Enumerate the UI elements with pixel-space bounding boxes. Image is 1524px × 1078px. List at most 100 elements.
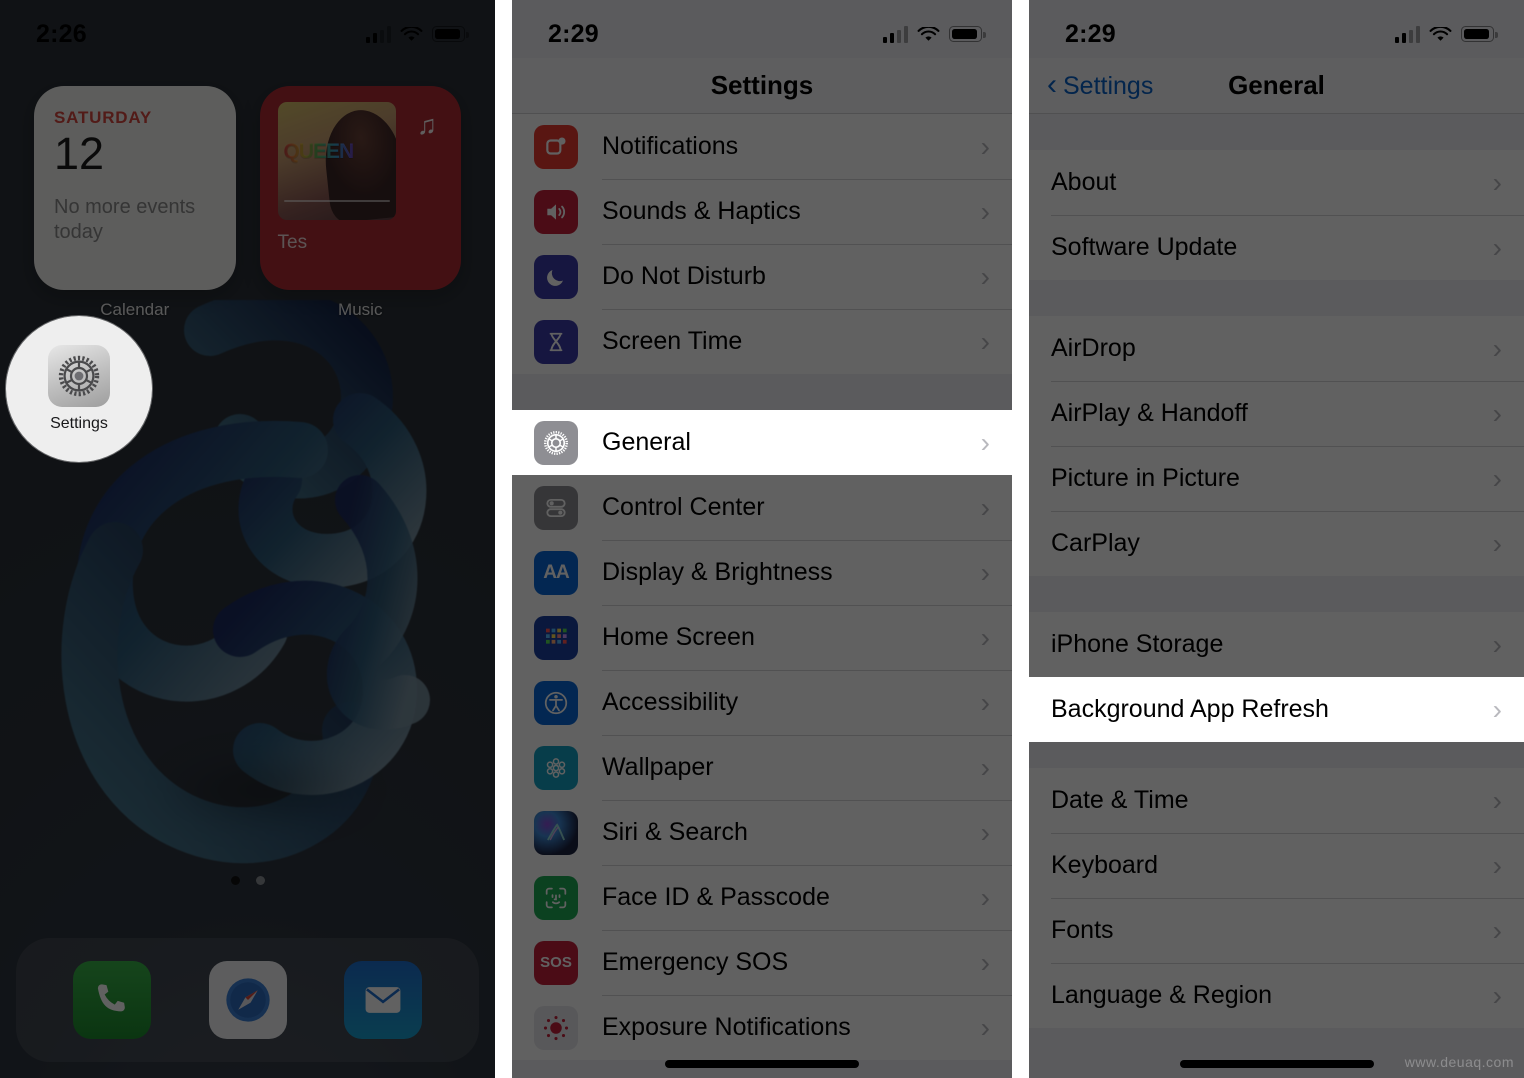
- settings-row-dnd[interactable]: Do Not Disturb ›: [512, 244, 1012, 309]
- page-indicator-dots[interactable]: [0, 876, 495, 885]
- status-time: 2:29: [548, 19, 599, 48]
- accessibility-icon: [534, 680, 578, 725]
- general-row-label: About: [1051, 168, 1117, 196]
- hourglass-icon: [534, 319, 578, 364]
- settings-row-notifications[interactable]: Notifications ›: [512, 114, 1012, 179]
- gear-icon[interactable]: [48, 345, 110, 407]
- chevron-right-icon: ›: [1492, 693, 1502, 725]
- settings-row-label: Siri & Search: [602, 818, 748, 846]
- music-note-icon: ♫: [416, 110, 437, 140]
- exposure-icon: [534, 1005, 578, 1050]
- chevron-right-icon: ›: [1492, 914, 1502, 946]
- chevron-right-icon: ›: [1492, 231, 1502, 263]
- settings-row-home-screen[interactable]: Home Screen ›: [512, 605, 1012, 670]
- cellular-bars-icon: [365, 26, 391, 43]
- home-indicator[interactable]: [512, 1060, 1012, 1068]
- cellular-bars-icon: [882, 26, 908, 43]
- settings-row-label: Screen Time: [602, 327, 743, 355]
- general-row-language-region[interactable]: Language & Region ›: [1029, 963, 1524, 1028]
- settings-row-wallpaper[interactable]: Wallpaper ›: [512, 735, 1012, 800]
- chevron-right-icon: ›: [980, 325, 990, 357]
- settings-row-sounds[interactable]: Sounds & Haptics ›: [512, 179, 1012, 244]
- chevron-right-icon: ›: [980, 621, 990, 653]
- general-row-label: Background App Refresh: [1051, 695, 1329, 723]
- general-row-iphone-storage[interactable]: iPhone Storage ›: [1029, 612, 1524, 677]
- face-id-icon: [534, 875, 578, 920]
- settings-row-sos[interactable]: SOS Emergency SOS ›: [512, 930, 1012, 995]
- settings-row-faceid[interactable]: Face ID & Passcode ›: [512, 865, 1012, 930]
- general-group-1: About › Software Update ›: [1029, 150, 1524, 280]
- chevron-left-icon: ‹: [1047, 67, 1057, 101]
- general-row-airplay[interactable]: AirPlay & Handoff ›: [1029, 381, 1524, 446]
- music-track-title: Tes: [277, 232, 308, 253]
- general-row-pip[interactable]: Picture in Picture ›: [1029, 446, 1524, 511]
- phone-icon[interactable]: [73, 961, 152, 1039]
- back-button[interactable]: ‹ Settings: [1047, 58, 1153, 114]
- general-row-date-time[interactable]: Date & Time ›: [1029, 768, 1524, 833]
- group-spacer: [512, 374, 1012, 410]
- group-spacer: [1029, 280, 1524, 316]
- settings-row-label: Wallpaper: [602, 753, 714, 781]
- settings-row-display[interactable]: AA Display & Brightness ›: [512, 540, 1012, 605]
- general-row-about[interactable]: About ›: [1029, 150, 1524, 215]
- general-settings-screen: 2:29 ‹ Settings General About › Software…: [1029, 0, 1524, 1078]
- settings-row-screentime[interactable]: Screen Time ›: [512, 309, 1012, 374]
- settings-group-3: Control Center › AA Display & Brightness…: [512, 475, 1012, 1060]
- status-bar: 2:26: [0, 0, 495, 58]
- settings-group-1: Notifications › Sounds & Haptics › Do No…: [512, 114, 1012, 374]
- sos-icon: SOS: [534, 940, 578, 985]
- chevron-right-icon: ›: [980, 195, 990, 227]
- page-dot-1[interactable]: [230, 876, 240, 885]
- chevron-right-icon: ›: [980, 260, 990, 292]
- settings-row-label: Control Center: [602, 493, 765, 521]
- settings-row-siri[interactable]: Siri & Search ›: [512, 800, 1012, 865]
- app-grid-icon: [534, 615, 578, 660]
- page-dot-2[interactable]: [255, 876, 265, 885]
- music-widget[interactable]: ♫ QUEEN Tes Music: [259, 86, 461, 320]
- compass-icon[interactable]: [208, 961, 287, 1039]
- general-group-5: Date & Time › Keyboard › Fonts › Languag…: [1029, 768, 1524, 1028]
- settings-row-control-center[interactable]: Control Center ›: [512, 475, 1012, 540]
- group-spacer: [1029, 742, 1524, 768]
- group-spacer: [1029, 576, 1524, 612]
- general-row-background-app-refresh[interactable]: Background App Refresh ›: [1029, 677, 1524, 742]
- three-panel-screenshot: 2:26 SATURDAY 12 No more events today Ca…: [0, 0, 1524, 1078]
- envelope-icon[interactable]: [343, 961, 422, 1039]
- calendar-widget-card[interactable]: SATURDAY 12 No more events today: [34, 86, 236, 290]
- status-bar: 2:29: [512, 0, 1012, 58]
- battery-icon: [949, 26, 986, 42]
- back-button-label: Settings: [1063, 71, 1154, 100]
- moon-icon: [534, 254, 578, 299]
- general-row-keyboard[interactable]: Keyboard ›: [1029, 833, 1524, 898]
- speaker-icon: [534, 189, 578, 234]
- general-row-label: AirDrop: [1051, 334, 1136, 362]
- general-row-carplay[interactable]: CarPlay ›: [1029, 511, 1524, 576]
- music-widget-card[interactable]: ♫ QUEEN Tes: [259, 86, 461, 290]
- settings-app-spotlight[interactable]: Settings: [6, 316, 152, 462]
- chevron-right-icon: ›: [1492, 628, 1502, 660]
- cellular-bars-icon: [1394, 26, 1420, 43]
- chevron-right-icon: ›: [980, 491, 990, 523]
- chevron-right-icon: ›: [980, 1011, 990, 1043]
- general-list[interactable]: About › Software Update › AirDrop › AirP…: [1029, 114, 1524, 1078]
- general-row-software-update[interactable]: Software Update ›: [1029, 215, 1524, 280]
- calendar-widget[interactable]: SATURDAY 12 No more events today Calenda…: [34, 86, 236, 320]
- settings-row-accessibility[interactable]: Accessibility ›: [512, 670, 1012, 735]
- notifications-icon: [534, 124, 578, 169]
- general-row-airdrop[interactable]: AirDrop ›: [1029, 316, 1524, 381]
- nav-bar: Settings: [512, 58, 1012, 114]
- battery-icon: [432, 26, 469, 42]
- settings-row-exposure[interactable]: Exposure Notifications ›: [512, 995, 1012, 1060]
- wifi-icon: [1429, 26, 1452, 43]
- settings-row-label: Home Screen: [602, 623, 755, 651]
- general-row-fonts[interactable]: Fonts ›: [1029, 898, 1524, 963]
- chevron-right-icon: ›: [1492, 397, 1502, 429]
- settings-list[interactable]: Notifications › Sounds & Haptics › Do No…: [512, 114, 1012, 1078]
- text-size-icon: AA: [534, 550, 578, 595]
- settings-row-general[interactable]: General ›: [512, 410, 1012, 475]
- settings-row-label: Emergency SOS: [602, 948, 789, 976]
- chevron-right-icon: ›: [1492, 527, 1502, 559]
- chevron-right-icon: ›: [980, 816, 990, 848]
- toggles-icon: [534, 485, 578, 530]
- general-group-2: AirDrop › AirPlay & Handoff › Picture in…: [1029, 316, 1524, 576]
